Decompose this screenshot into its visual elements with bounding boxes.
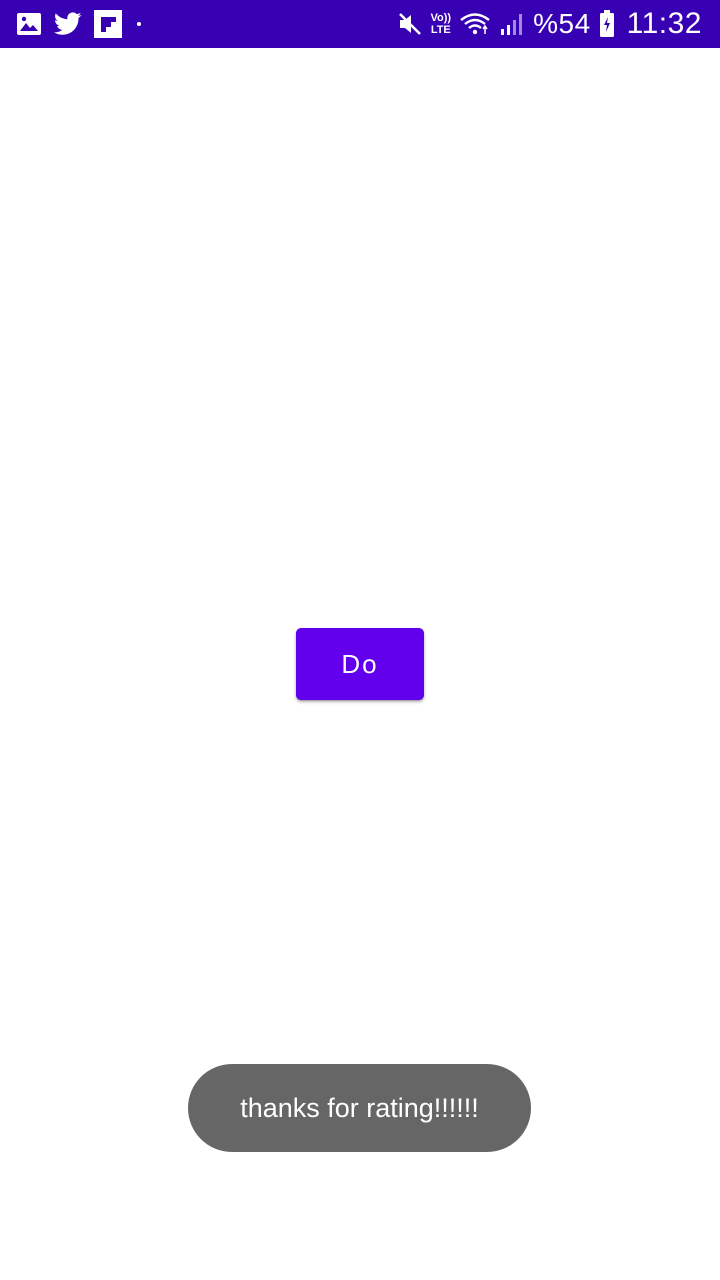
flipboard-icon bbox=[94, 10, 122, 38]
status-bar: Vo)) LTE %54 11:32 bbox=[0, 0, 720, 48]
volte-label: Vo)) bbox=[430, 12, 452, 24]
lte-label: LTE bbox=[430, 24, 451, 36]
wifi-icon bbox=[459, 11, 491, 37]
status-bar-notifications bbox=[16, 0, 144, 48]
twitter-icon bbox=[54, 12, 82, 36]
signal-icon bbox=[499, 11, 525, 37]
volte-icon: Vo)) LTE bbox=[431, 12, 452, 36]
battery-percentage: %54 bbox=[533, 8, 591, 39]
mute-icon bbox=[397, 11, 423, 37]
toast-text: thanks for rating!!!!!! bbox=[240, 1092, 479, 1123]
notification-dot-icon bbox=[134, 19, 144, 29]
do-button[interactable]: Do bbox=[296, 628, 424, 700]
app-screen: Vo)) LTE %54 11:32 Do thanks for rating!… bbox=[0, 0, 720, 1280]
clock: 11:32 bbox=[626, 7, 702, 40]
battery-icon bbox=[599, 10, 615, 38]
status-bar-system: Vo)) LTE %54 11:32 bbox=[397, 0, 702, 48]
toast-message: thanks for rating!!!!!! bbox=[188, 1064, 531, 1152]
gallery-icon bbox=[16, 12, 42, 36]
